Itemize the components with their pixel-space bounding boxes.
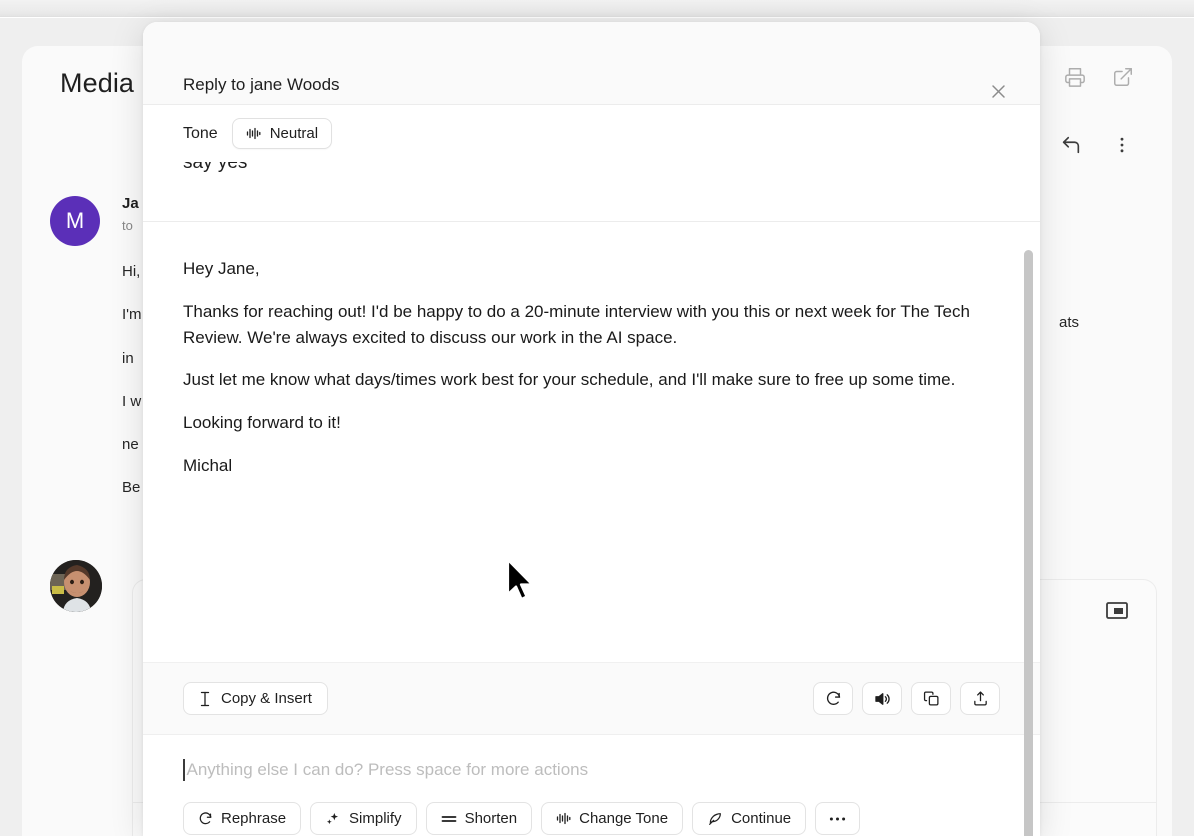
- chip-label: Rephrase: [221, 810, 287, 827]
- refresh-icon: [198, 811, 213, 826]
- modal-titlebar: Reply to jane Woods: [143, 22, 1040, 105]
- ellipsis-icon: [829, 816, 846, 822]
- more-vertical-icon[interactable]: [1112, 135, 1132, 155]
- window-chrome-strip: [0, 0, 1194, 17]
- picture-in-picture-icon[interactable]: [1106, 602, 1128, 619]
- prompt-area: Anything else I can do? Press space for …: [143, 734, 1040, 836]
- close-button[interactable]: [985, 78, 1011, 104]
- chip-change-tone[interactable]: Change Tone: [541, 802, 684, 835]
- reply-icon[interactable]: [1060, 134, 1082, 156]
- chip-label: Simplify: [349, 810, 402, 827]
- result-action-bar: Copy & Insert: [143, 662, 1040, 734]
- prompt-placeholder: Anything else I can do? Press space for …: [186, 760, 589, 779]
- ai-reply-modal: Reply to jane Woods Tone Neutral say yes…: [143, 22, 1040, 836]
- copy-icon[interactable]: [911, 682, 951, 715]
- print-icon[interactable]: [1064, 66, 1086, 88]
- previous-prompt-text: say yes: [183, 162, 248, 173]
- user-avatar-photo: [50, 560, 102, 612]
- page-title: Media: [60, 68, 135, 98]
- quick-action-chips: Rephrase Simplify Shorten Change Tone Co…: [183, 802, 861, 835]
- sparkles-icon: [325, 811, 341, 827]
- avatar: M: [50, 196, 100, 246]
- result-icon-buttons: [813, 682, 1000, 715]
- reply-paragraph: Just let me know what days/times work be…: [183, 370, 956, 390]
- chip-label: Change Tone: [579, 810, 669, 827]
- tone-bar: Tone Neutral: [143, 105, 1040, 162]
- chip-rephrase[interactable]: Rephrase: [183, 802, 302, 835]
- modal-scrollbar[interactable]: [1024, 210, 1033, 836]
- result-scroll-area: say yes Hey Jane, Thanks for reaching ou…: [143, 162, 1040, 734]
- regenerate-icon[interactable]: [813, 682, 853, 715]
- waveform-icon: [556, 812, 571, 825]
- chip-shorten[interactable]: Shorten: [425, 802, 533, 835]
- text-caret: [183, 759, 185, 781]
- tone-selector[interactable]: Neutral: [231, 118, 333, 149]
- mail-header-actions: [1064, 66, 1134, 88]
- tone-value: Neutral: [269, 125, 319, 142]
- copy-and-insert-button[interactable]: Copy & Insert: [183, 682, 328, 715]
- waveform-icon: [246, 127, 261, 140]
- text-cursor-icon: [199, 691, 211, 707]
- share-icon[interactable]: [960, 682, 1000, 715]
- chip-label: Continue: [731, 810, 792, 827]
- modal-title: Reply to jane Woods: [183, 75, 340, 94]
- prompt-input[interactable]: Anything else I can do? Press space for …: [183, 757, 588, 783]
- reply-paragraph: Looking forward to it!: [183, 413, 341, 433]
- open-in-new-icon[interactable]: [1112, 66, 1134, 88]
- scrollbar-thumb[interactable]: [1024, 250, 1033, 836]
- pen-icon: [707, 811, 723, 827]
- read-aloud-icon[interactable]: [862, 682, 902, 715]
- chip-continue[interactable]: Continue: [692, 802, 807, 835]
- chip-simplify[interactable]: Simplify: [310, 802, 417, 835]
- message-actions: [1060, 134, 1132, 156]
- previous-prompt-clipped: say yes: [143, 162, 1040, 222]
- shorten-lines-icon: [441, 813, 457, 825]
- reply-paragraph: Michal: [183, 456, 233, 476]
- tone-label: Tone: [183, 124, 218, 142]
- copy-and-insert-label: Copy & Insert: [221, 690, 312, 707]
- screen: Media M Ja to Hi, I'm in I w ne Be ats R…: [0, 0, 1194, 836]
- reply-paragraph: Thanks for reaching out! I'd be happy to…: [183, 301, 970, 347]
- generated-reply-body: Hey Jane, Thanks for reaching out! I'd b…: [143, 222, 1040, 479]
- reply-paragraph: Hey Jane,: [183, 259, 260, 278]
- clipped-background-text: ats: [1059, 314, 1080, 331]
- chip-label: Shorten: [464, 810, 518, 827]
- chip-more[interactable]: [815, 802, 861, 835]
